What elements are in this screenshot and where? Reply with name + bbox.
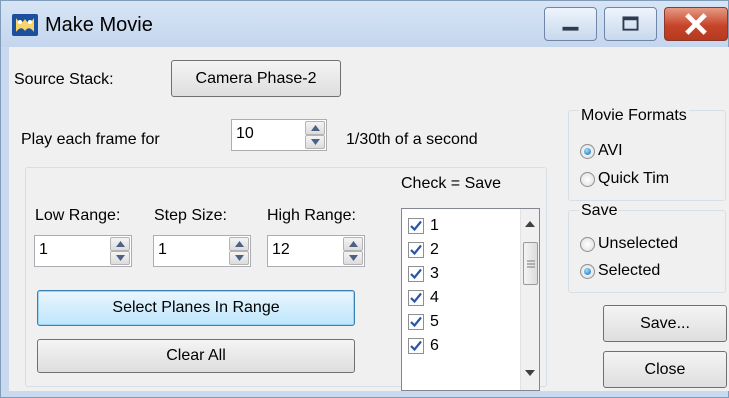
checkbox[interactable]: [408, 290, 424, 306]
save-selected-label: Selected: [598, 262, 661, 279]
close-icon: [685, 13, 707, 35]
scroll-thumb[interactable]: [523, 242, 538, 285]
high-range-down-button[interactable]: [343, 251, 363, 265]
arrow-down-icon: [349, 255, 358, 261]
scroll-up-arrow-icon[interactable]: [525, 221, 535, 227]
frame-duration-unit: 1/30th of a second: [346, 131, 478, 148]
low-range-spinner[interactable]: 1: [34, 235, 132, 267]
high-range-value: 12: [272, 241, 290, 258]
low-range-down-button[interactable]: [110, 251, 130, 265]
source-stack-button[interactable]: Camera Phase-2: [171, 60, 341, 97]
step-size-down-button[interactable]: [229, 251, 249, 265]
step-size-value: 1: [158, 241, 167, 258]
format-quicktime-radio[interactable]: Quick Tim: [580, 168, 669, 190]
minimize-button[interactable]: [544, 7, 597, 41]
movie-app-icon: [12, 14, 38, 36]
checkbox[interactable]: [408, 314, 424, 330]
arrow-down-icon: [235, 255, 244, 261]
radio-dot[interactable]: [580, 236, 595, 252]
radio-dot[interactable]: [580, 143, 595, 159]
plane-label: 2: [430, 241, 439, 258]
plane-check-item[interactable]: 4: [408, 287, 439, 309]
plane-label: 5: [430, 313, 439, 330]
clear-all-button[interactable]: Clear All: [37, 339, 355, 373]
plane-check-item[interactable]: 3: [408, 263, 439, 285]
arrow-up-icon: [311, 125, 320, 131]
grip-icon: [527, 260, 535, 268]
plane-check-item[interactable]: 1: [408, 215, 439, 237]
checkmark-icon: [410, 292, 422, 304]
checkbox[interactable]: [408, 338, 424, 354]
arrow-up-icon: [349, 241, 358, 247]
checkmark-icon: [410, 244, 422, 256]
checkmark-icon: [410, 340, 422, 352]
low-range-up-button[interactable]: [110, 237, 130, 251]
checkbox[interactable]: [408, 266, 424, 282]
make-movie-window: Make Movie Source Stack: Camera Phase-2 …: [0, 0, 729, 398]
plane-checklist[interactable]: 1 2 3 4 5 6: [401, 208, 540, 391]
window-title: Make Movie: [45, 14, 153, 36]
low-range-value: 1: [39, 241, 48, 258]
close-window-button[interactable]: [664, 7, 728, 41]
close-button[interactable]: Close: [603, 351, 727, 388]
high-range-spinner[interactable]: 12: [267, 235, 365, 267]
plane-label: 4: [430, 289, 439, 306]
maximize-button[interactable]: [604, 7, 657, 41]
low-range-label: Low Range:: [35, 207, 121, 224]
title-bar[interactable]: Make Movie: [1, 1, 728, 47]
plane-label: 3: [430, 265, 439, 282]
plane-label: 1: [430, 217, 439, 234]
checkmark-icon: [410, 220, 422, 232]
radio-dot[interactable]: [580, 171, 595, 187]
high-range-up-button[interactable]: [343, 237, 363, 251]
checkbox[interactable]: [408, 242, 424, 258]
step-size-label: Step Size:: [154, 207, 227, 224]
frame-duration-spinner[interactable]: 10: [231, 119, 327, 151]
checklist-scrollbar[interactable]: [520, 209, 539, 390]
step-size-up-button[interactable]: [229, 237, 249, 251]
arrow-up-icon: [116, 241, 125, 247]
save-group-title: Save: [579, 202, 620, 220]
arrow-down-icon: [311, 139, 320, 145]
checkmark-icon: [410, 268, 422, 280]
frame-duration-up-button[interactable]: [305, 121, 325, 135]
format-avi-label: AVI: [598, 142, 623, 159]
dialog-body: Source Stack: Camera Phase-2 Play each f…: [9, 47, 729, 391]
save-unselected-radio[interactable]: Unselected: [580, 233, 678, 255]
arrow-up-icon: [235, 241, 244, 247]
minimize-icon: [562, 26, 579, 31]
frame-duration-down-button[interactable]: [305, 135, 325, 149]
play-each-frame-label: Play each frame for: [21, 131, 160, 148]
select-planes-button[interactable]: Select Planes In Range: [37, 290, 355, 326]
format-avi-radio[interactable]: AVI: [580, 140, 623, 162]
save-button[interactable]: Save...: [603, 305, 727, 342]
check-save-header: Check = Save: [401, 175, 502, 192]
movie-formats-title: Movie Formats: [579, 107, 689, 125]
radio-dot[interactable]: [580, 263, 595, 279]
plane-label: 6: [430, 337, 439, 354]
high-range-label: High Range:: [267, 207, 356, 224]
frame-duration-value: 10: [236, 125, 254, 142]
save-unselected-label: Unselected: [598, 235, 679, 252]
plane-check-item[interactable]: 6: [408, 335, 439, 357]
scroll-down-arrow-icon[interactable]: [525, 370, 535, 376]
checkbox[interactable]: [408, 218, 424, 234]
save-selected-radio[interactable]: Selected: [580, 260, 660, 282]
maximize-icon: [622, 16, 639, 31]
arrow-down-icon: [116, 255, 125, 261]
plane-check-item[interactable]: 5: [408, 311, 439, 333]
step-size-spinner[interactable]: 1: [153, 235, 251, 267]
checkmark-icon: [410, 316, 422, 328]
plane-check-item[interactable]: 2: [408, 239, 439, 261]
format-quicktime-label: Quick Tim: [598, 170, 670, 187]
source-stack-label: Source Stack:: [14, 71, 114, 88]
